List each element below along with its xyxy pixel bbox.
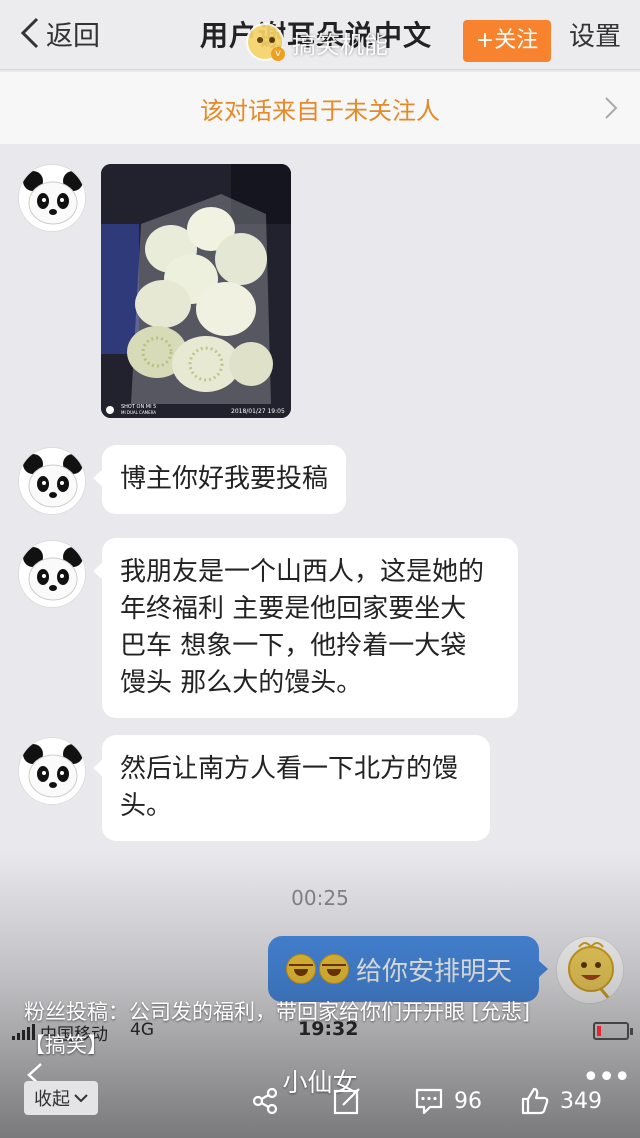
message-line: 我朋友是一个山西人，这是她的 [120,557,485,587]
collapse-button[interactable]: 收起 [24,1081,98,1115]
share-icon [252,1087,278,1115]
caption-line: 【搞笑】 [24,1033,108,1057]
notice-text: 该对话来自于未关注人 [200,96,440,125]
photo-timestamp: 2018/01/27 19:05 [231,408,285,415]
laugh-cry-emoji-icon [286,954,316,984]
sender-avatar[interactable] [18,164,86,232]
repost-button[interactable] [332,1084,362,1118]
panda-avatar-icon [19,165,85,231]
comment-button[interactable]: 96 [414,1084,482,1118]
cartoon-face-avatar-icon [557,937,623,1003]
panda-avatar-icon [19,541,85,607]
chevron-left-icon [20,17,39,49]
chat-bubble-received[interactable]: 博主你好我要投稿 [92,445,347,514]
my-avatar[interactable] [556,936,624,1004]
watermark-avatar-icon: v [246,23,285,61]
like-button[interactable]: 349 [520,1084,602,1118]
share-button[interactable] [250,1084,280,1118]
sent-message-text: 给你安排明天 [356,956,513,987]
chevron-right-icon [605,97,618,119]
panda-avatar-icon [19,738,85,804]
collapse-label: 收起 [34,1089,70,1110]
message-line: 头。 [120,791,173,821]
comment-icon [415,1088,443,1115]
caption-line: 粉丝投稿：公司发的福利，带回家给你们开开眼 [允悲] [24,1000,531,1024]
unfollowed-notice-banner[interactable]: 该对话来自于未关注人 [0,72,640,144]
message-line: 巴车 想象一下，他拎着一大袋 [120,631,467,661]
message-line: 然后让南方人看一下北方的馒 [120,754,459,784]
comment-count: 96 [454,1088,482,1114]
back-button[interactable]: 返回 [18,12,100,54]
chevron-down-icon [74,1094,88,1103]
panda-avatar-icon [19,448,85,514]
chat-bubble-received[interactable]: 我朋友是一个山西人，这是她的 年终福利 主要是他回家要坐大 巴车 想象一下，他拎… [93,538,518,718]
message-text: 博主你好我要投稿 [120,464,329,494]
follow-button[interactable]: +关注 [463,20,551,62]
settings-button[interactable]: 设置 [569,16,621,53]
image-message-steamed-buns[interactable]: SHOT ON MI 5 MI DUAL CAMERA 2018/01/27 1… [101,164,291,418]
chat-bubble-received[interactable]: 然后让南方人看一下北方的馒 头。 [93,735,490,841]
steamed-buns-photo: SHOT ON MI 5 MI DUAL CAMERA 2018/01/27 1… [101,164,291,418]
sender-avatar[interactable] [18,447,86,515]
edit-repost-icon [333,1088,360,1115]
thumbs-up-icon [521,1087,549,1115]
watermark: v 搞笑机能 [246,22,388,62]
message-line: 馒头 那么大的馒头。 [120,668,363,698]
back-label: 返回 [46,20,100,52]
watermark-account-name: 搞笑机能 [292,30,388,59]
sender-avatar[interactable] [18,540,86,608]
verified-badge-icon: v [271,47,285,61]
like-count: 349 [560,1088,602,1114]
photo-watermark-line2: MI DUAL CAMERA [121,410,156,415]
post-caption: 粉丝投稿：公司发的福利，带回家给你们开开眼 [允悲] 【搞笑】 [24,996,624,1062]
message-line: 年终福利 主要是他回家要坐大 [120,594,467,624]
sender-avatar[interactable] [18,737,86,805]
laugh-cry-emoji-icon [319,954,349,984]
chat-timestamp: 00:25 [291,886,349,910]
chat-bubble-sent[interactable]: 给你安排明天 [268,936,548,1002]
